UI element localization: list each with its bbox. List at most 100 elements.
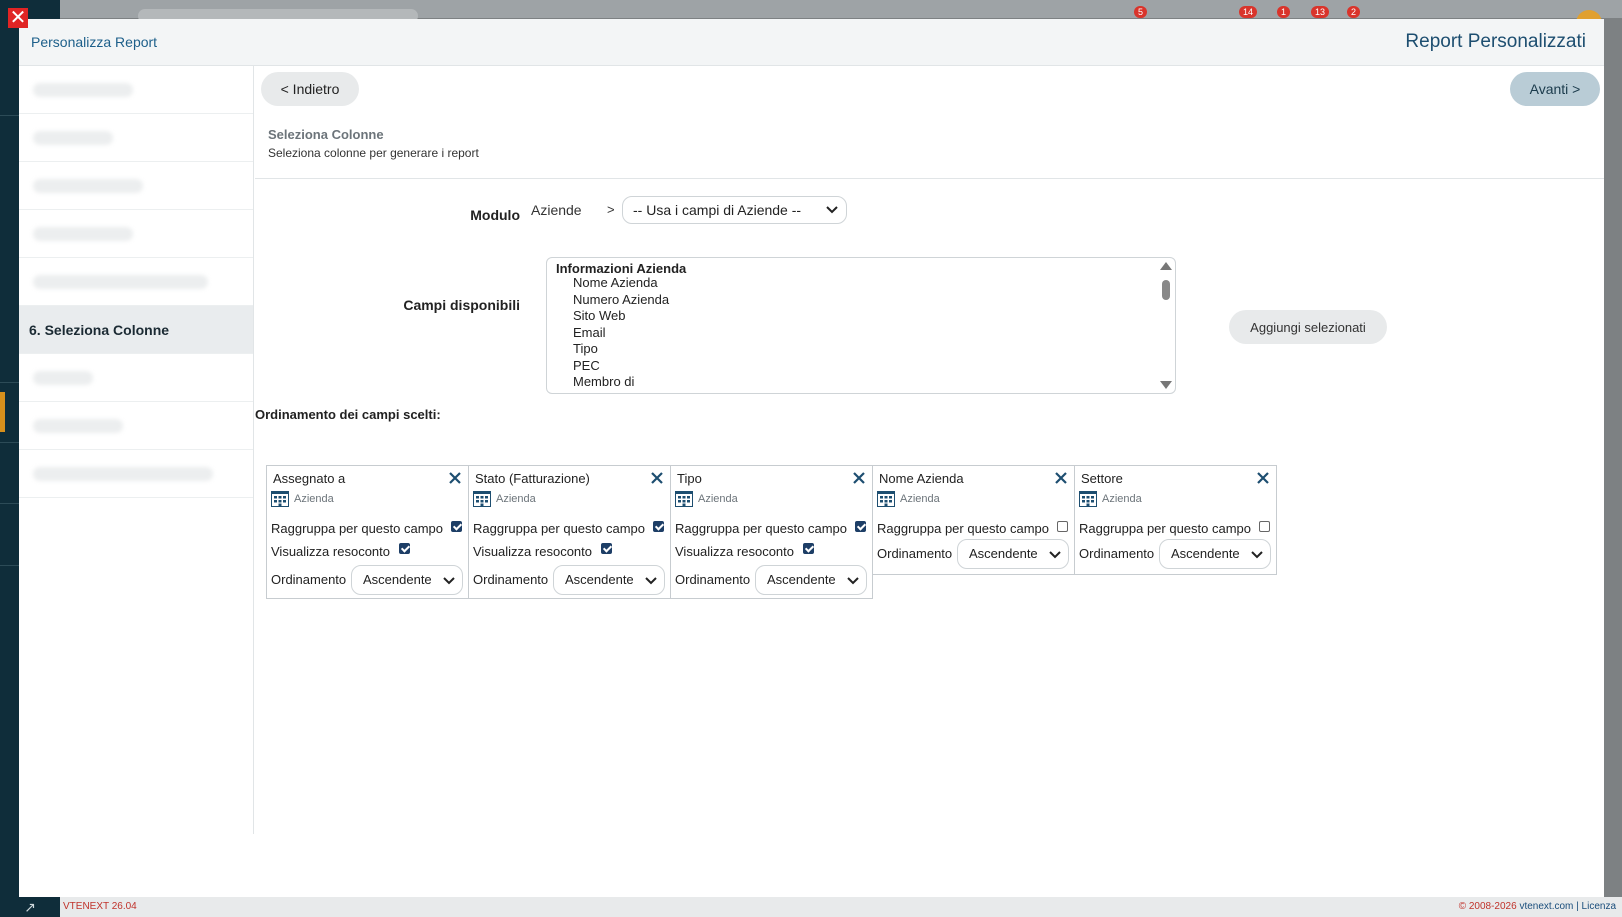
next-button[interactable]: Avanti > xyxy=(1510,72,1600,106)
remove-field-icon[interactable] xyxy=(650,471,664,485)
field-option[interactable]: PEC xyxy=(547,358,1175,375)
module-name: Aziende xyxy=(531,202,582,218)
scrollbar-thumb[interactable] xyxy=(1162,280,1170,300)
collapse-icon[interactable]: ↗ xyxy=(0,897,60,917)
remove-field-icon[interactable] xyxy=(852,471,866,485)
notification-badge: 1 xyxy=(1277,6,1291,18)
remove-field-icon[interactable] xyxy=(1054,471,1068,485)
card-module-name: Azienda xyxy=(698,493,738,505)
wizard-step[interactable] xyxy=(19,354,253,402)
chosen-field-card: Settore Azienda Raggruppa per questo campo… xyxy=(1074,465,1277,575)
add-selected-button[interactable]: Aggiungi selezionati xyxy=(1229,310,1387,344)
chevron-down-icon xyxy=(645,577,657,585)
footer-separator: | xyxy=(1573,901,1582,912)
card-module-name: Azienda xyxy=(294,493,334,505)
chevron-down-icon xyxy=(826,206,838,214)
order-label: Ordinamento xyxy=(675,572,751,587)
group-by-checkbox[interactable] xyxy=(653,521,664,532)
field-option[interactable]: Email xyxy=(547,325,1175,342)
step-title: Seleziona Colonne xyxy=(268,127,384,142)
available-fields-list[interactable]: Informazioni Azienda Nome Azienda Numero… xyxy=(546,257,1176,394)
wizard-step-select-columns[interactable]: 6. Seleziona Colonne xyxy=(19,306,253,354)
wizard-step-label: 6. Seleziona Colonne xyxy=(29,322,170,338)
order-label: Ordinamento xyxy=(1079,546,1155,561)
wizard-content: < Indietro Avanti > Seleziona Colonne Se… xyxy=(255,66,1604,834)
copyright-text: © 2008-2026 xyxy=(1458,901,1520,912)
group-by-checkbox[interactable] xyxy=(855,521,866,532)
summary-label: Visualizza resoconto xyxy=(675,544,794,559)
close-icon[interactable]: ✕ xyxy=(8,8,28,28)
wizard-step[interactable] xyxy=(19,450,253,498)
field-option[interactable]: Sito Web xyxy=(547,308,1175,325)
group-by-checkbox[interactable] xyxy=(1057,521,1068,532)
vtenext-link[interactable]: vtenext.com xyxy=(1519,901,1573,912)
remove-field-icon[interactable] xyxy=(1256,471,1270,485)
notification-badge: 14 xyxy=(1239,6,1258,18)
order-select-value: Ascendente xyxy=(565,572,634,587)
order-select[interactable]: Ascendente xyxy=(553,565,665,595)
notification-badge: 5 xyxy=(1134,6,1148,18)
group-by-label: Raggruppa per questo campo xyxy=(877,521,1050,536)
group-by-label: Raggruppa per questo campo xyxy=(473,521,646,536)
back-button[interactable]: < Indietro xyxy=(261,72,359,106)
wizard-step[interactable] xyxy=(19,258,253,306)
remove-field-icon[interactable] xyxy=(448,471,462,485)
building-icon xyxy=(473,491,491,507)
field-option[interactable]: Tipo xyxy=(547,341,1175,358)
wizard-step[interactable] xyxy=(19,402,253,450)
license-link[interactable]: Licenza xyxy=(1582,901,1616,912)
module-separator: > xyxy=(607,202,615,217)
group-by-label: Raggruppa per questo campo xyxy=(271,521,444,536)
group-by-checkbox[interactable] xyxy=(1259,521,1270,532)
order-select[interactable]: Ascendente xyxy=(1159,539,1271,569)
app-footer: VTENEXT 26.04 © 2008-2026 vtenext.com | … xyxy=(60,897,1622,917)
notification-badge: 13 xyxy=(1311,6,1330,18)
wizard-step[interactable] xyxy=(19,66,253,114)
group-by-checkbox[interactable] xyxy=(451,521,462,532)
modal-title: Report Personalizzati xyxy=(1405,31,1586,52)
copyright: © 2008-2026 vtenext.com | Licenza xyxy=(1459,897,1616,917)
card-module-name: Azienda xyxy=(1102,493,1142,505)
scroll-down-icon[interactable] xyxy=(1160,381,1172,389)
group-by-label: Raggruppa per questo campo xyxy=(1079,521,1252,536)
summary-checkbox[interactable] xyxy=(803,543,814,554)
chevron-down-icon xyxy=(1049,551,1061,559)
card-field-name: Settore xyxy=(1081,471,1123,486)
card-field-name: Tipo xyxy=(677,471,702,486)
scroll-up-icon[interactable] xyxy=(1160,262,1172,270)
order-label: Ordinamento xyxy=(473,572,549,587)
chevron-down-icon xyxy=(1251,551,1263,559)
summary-label: Visualizza resoconto xyxy=(271,544,390,559)
version-label: VTENEXT 26.04 xyxy=(63,901,137,912)
field-option[interactable]: Numero Azienda xyxy=(547,292,1175,309)
order-select[interactable]: Ascendente xyxy=(755,565,867,595)
ordering-title: Ordinamento dei campi scelti: xyxy=(255,407,441,422)
order-select[interactable]: Ascendente xyxy=(957,539,1069,569)
order-select-value: Ascendente xyxy=(1171,546,1240,561)
building-icon xyxy=(877,491,895,507)
wizard-step[interactable] xyxy=(19,162,253,210)
field-option[interactable]: Nome Azienda xyxy=(547,275,1175,292)
card-field-name: Assegnato a xyxy=(273,471,346,486)
card-field-name: Nome Azienda xyxy=(879,471,964,486)
wizard-step[interactable] xyxy=(19,114,253,162)
summary-checkbox[interactable] xyxy=(399,543,410,554)
chevron-down-icon xyxy=(847,577,859,585)
card-field-name: Stato (Fatturazione) xyxy=(475,471,590,486)
fields-group-header: Informazioni Azienda xyxy=(556,261,687,276)
wizard-steps: 6. Seleziona Colonne xyxy=(19,66,254,834)
summary-checkbox[interactable] xyxy=(601,543,612,554)
wizard-step[interactable] xyxy=(19,210,253,258)
chosen-field-card: Stato (Fatturazione) Azienda Raggruppa per… xyxy=(468,465,671,599)
order-label: Ordinamento xyxy=(877,546,953,561)
module-fields-select[interactable]: -- Usa i campi di Aziende -- xyxy=(622,196,847,224)
breadcrumb[interactable]: Personalizza Report xyxy=(31,34,157,50)
chevron-down-icon xyxy=(443,577,455,585)
chosen-field-card: Assegnato a Azienda Raggruppa per questo c… xyxy=(266,465,469,599)
order-label: Ordinamento xyxy=(271,572,347,587)
app-topbar xyxy=(60,0,1622,23)
module-label: Modulo xyxy=(470,207,520,223)
notification-badge: 2 xyxy=(1347,6,1361,18)
field-option[interactable]: Membro di xyxy=(547,374,1175,391)
order-select[interactable]: Ascendente xyxy=(351,565,463,595)
